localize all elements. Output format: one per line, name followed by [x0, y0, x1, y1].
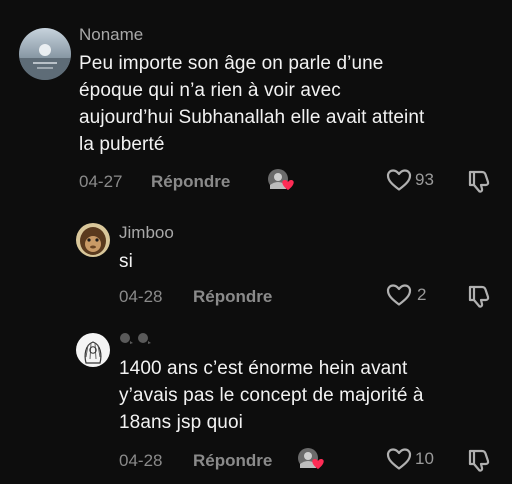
comment-text-line: époque qui n’a rien à voir avec [79, 80, 341, 101]
comment-text: 1400 ans c’est énorme hein avant y’avais… [119, 355, 509, 436]
comment-username[interactable]: Noname [79, 25, 143, 45]
comment-text: si [119, 248, 133, 275]
like-button[interactable]: 93 [386, 168, 434, 192]
thumbs-down-icon[interactable] [466, 283, 492, 309]
like-count: 93 [415, 170, 434, 189]
comment-date: 04-28 [119, 451, 163, 470]
heart-outline-icon[interactable] [386, 283, 412, 307]
avatar[interactable] [76, 333, 110, 367]
creator-liked-badge [296, 446, 326, 472]
comment-username[interactable]: Jimboo [119, 223, 174, 243]
username-emoji-icon[interactable] [119, 332, 157, 346]
comment-text-line: Peu importe son âge on parle d’une [79, 53, 384, 74]
like-count: 2 [417, 285, 427, 304]
creator-liked-badge [266, 167, 296, 193]
comment-text-line: 18ans jsp quoi [119, 412, 243, 433]
reply-button[interactable]: Répondre [193, 451, 272, 471]
heart-outline-icon[interactable] [386, 447, 412, 471]
dislike-button[interactable] [466, 168, 492, 194]
comment-text-line: la puberté [79, 134, 165, 155]
thumbs-down-icon[interactable] [466, 168, 492, 194]
comment-text-line: 1400 ans c’est énorme hein avant [119, 358, 408, 379]
avatar[interactable] [76, 223, 110, 257]
thumbs-down-icon[interactable] [466, 447, 492, 473]
comment-text: Peu importe son âge on parle d’une époqu… [79, 50, 499, 158]
like-button[interactable]: 2 [386, 283, 426, 307]
comment-date: 04-27 [79, 172, 123, 191]
comment-text-line: si [119, 251, 133, 272]
like-count: 10 [415, 449, 434, 468]
reply-button[interactable]: Répondre [151, 172, 230, 192]
dislike-button[interactable] [466, 447, 492, 473]
dislike-button[interactable] [466, 283, 492, 309]
avatar[interactable] [19, 28, 71, 80]
comment-text-line: y’avais pas le concept de majorité à [119, 385, 424, 406]
comment-text-line: aujourd’hui Subhanallah elle avait attei… [79, 107, 425, 128]
heart-outline-icon[interactable] [386, 168, 412, 192]
comment-date: 04-28 [119, 287, 163, 306]
reply-button[interactable]: Répondre [193, 287, 272, 307]
like-button[interactable]: 10 [386, 447, 434, 471]
